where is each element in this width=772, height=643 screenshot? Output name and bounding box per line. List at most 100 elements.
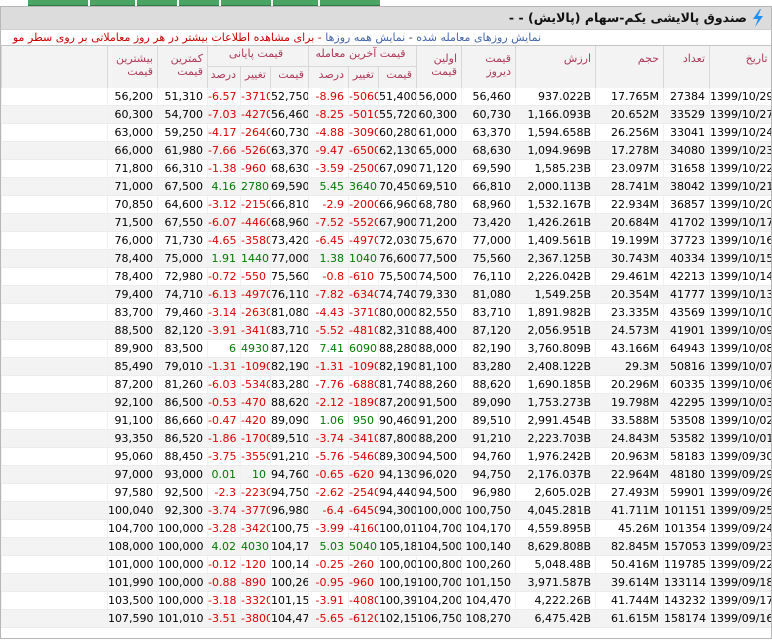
cell-close-percent: -3.75 [207, 447, 241, 466]
cell-close-price: 89,510 [270, 429, 309, 448]
header-min-price[interactable]: کمترین قیمت [157, 46, 208, 88]
separator: - [408, 31, 413, 44]
history-table-container[interactable]: بیشترین قیمت کمترین قیمت قیمت پایانی قیمت … [0, 45, 772, 639]
table-row[interactable]: 101,990100,000-0.88-890100,260-0.95-9601… [1, 573, 771, 592]
cell-last-percent: -6.45 [308, 231, 349, 250]
table-row[interactable]: 97,000 93,000 0.01 10 94,760 -0.65 -620 94,130 9… [1, 465, 771, 484]
cell-date: 1399/09/25 [709, 501, 771, 520]
cell-date: 1399/09/23 [709, 537, 771, 556]
header-last-price[interactable]: قیمت [377, 66, 417, 88]
table-row[interactable]: 85,490 79,010 -1.31 -1090 82,190 -1.31 -1090 82… [1, 357, 771, 376]
cell-last-percent: -5.76 [308, 447, 349, 466]
header-count[interactable]: تعداد [663, 46, 710, 88]
cell-date: 1399/10/06 [709, 375, 771, 394]
table-row[interactable]: 56,200 51,310 -6.57 -3710 52,750 -8.96 -5060 51… [1, 88, 771, 106]
table-row[interactable]: 95,060 88,450 -3.75 -3550 91,210 -5.76 -5460 89… [1, 447, 771, 466]
cell-last-price: 87,200 [377, 393, 417, 412]
cell-close-price: 100,260 [270, 573, 309, 592]
table-row[interactable]: 79,400 74,710 -6.13 -4970 76,110 -7.82 -6340 74… [1, 285, 771, 304]
link-trading-days[interactable]: نمایش روزهای معامله شده [416, 31, 541, 44]
cell-volume: 22.964M [595, 465, 664, 484]
table-row[interactable]: 71,800 66,310 -1.38 -960 68,630 -3.59 -2500 67,… [1, 159, 771, 178]
cell-volume: 24.843M [595, 429, 664, 448]
cell-value: 2,991.454B [515, 411, 596, 430]
table-row[interactable]: 71,000 67,500 4.16 2780 69,590 5.45 3640 70,450… [1, 177, 771, 196]
cell-close-percent: -0.12 [207, 555, 241, 574]
cell-last-price: 90,460 [377, 411, 417, 430]
cell-prev-price: 77,000 [461, 231, 516, 250]
table-row[interactable]: 66,000 61,980 -7.66 -5260 63,370 -9.47 -6500 62… [1, 141, 771, 160]
cell-last-percent: -0.8 [308, 267, 349, 286]
header-last-percent[interactable]: درصد [308, 66, 349, 88]
table-row[interactable]: 89,900 83,500 6 4930 87,120 7.41 6090 88,280 88,… [1, 339, 771, 358]
header-first-price[interactable]: اولین قیمت [416, 46, 462, 88]
cell-date: 1399/09/24 [709, 519, 771, 538]
cell-first-price: 75,670 [416, 231, 462, 250]
cell-count: 41901 [663, 321, 710, 340]
table-row[interactable]: 83,700 79,460 -3.14 -2630 81,080 -4.43 -3710 80… [1, 303, 771, 322]
cell-volume: 33.588M [595, 411, 664, 430]
table-row[interactable]: 76,000 71,730 -4.65 -3580 73,420 -6.45 -4970 72… [1, 231, 771, 250]
cell-empty [1, 555, 108, 574]
cell-prev-price: 83,710 [461, 303, 516, 322]
table-row[interactable]: 103,500100,000-3.18-3320101,150-3.91-408… [1, 591, 771, 610]
cell-prev-price: 66,810 [461, 177, 516, 196]
header-close-percent[interactable]: درصد [207, 66, 241, 88]
table-row[interactable]: 87,200 81,260 -6.03 -5340 83,280 -7.76 -6880 81… [1, 375, 771, 394]
cell-close-percent: 4.02 [207, 537, 241, 556]
cell-close-change: 4030 [240, 537, 271, 556]
cell-value: 4,222.26B [515, 591, 596, 610]
cell-first-price: 96,020 [416, 465, 462, 484]
header-volume[interactable]: حجم [595, 46, 664, 88]
header-value[interactable]: ارزش [515, 46, 596, 88]
cell-close-change: -550 [240, 267, 271, 286]
table-row[interactable]: 104,700100,000-3.28-3420100,750-3.99-416… [1, 519, 771, 538]
cell-value: 4,559.895B [515, 519, 596, 538]
cell-value: 6,475.42B [515, 609, 596, 628]
table-row[interactable]: 108,000100,0004.024030104,1705.035040105… [1, 537, 771, 556]
cell-first-price: 100,700 [416, 573, 462, 592]
link-all-days[interactable]: نمایش همه روزها [325, 31, 405, 44]
table-row[interactable]: 107,590101,010-3.51-3800104,470-5.65-612… [1, 609, 771, 628]
cell-value: 2,226.042B [515, 267, 596, 286]
cell-prev-price: 76,110 [461, 267, 516, 286]
header-date[interactable]: تاریخ [709, 46, 771, 88]
header-prev-price[interactable]: قیمت دیروز [461, 46, 516, 88]
cell-first-price: 60,300 [416, 105, 462, 124]
cell-close-change: -2230 [240, 483, 271, 502]
cell-min-price: 59,250 [157, 123, 208, 142]
cell-count: 36857 [663, 195, 710, 214]
table-row[interactable]: 101,000100,000-0.12-120100,140-0.25-2601… [1, 555, 771, 574]
header-max-price[interactable]: بیشترین قیمت [107, 46, 158, 88]
cell-volume: 41.744M [595, 591, 664, 610]
cell-max-price: 70,850 [107, 195, 158, 214]
table-row[interactable]: 97,580 92,500 -2.3 -2230 94,750 -2.62 -2540 94,… [1, 483, 771, 502]
cell-date: 1399/10/27 [709, 105, 771, 124]
cell-prev-price: 104,170 [461, 519, 516, 538]
cell-prev-price: 91,210 [461, 429, 516, 448]
cell-empty [1, 339, 108, 358]
cell-prev-price: 69,590 [461, 159, 516, 178]
table-row[interactable]: 88,500 82,120 -3.91 -3410 83,710 -5.52 -4810 82… [1, 321, 771, 340]
header-close-price[interactable]: قیمت [270, 66, 309, 88]
cell-empty [1, 609, 108, 628]
cell-last-change: -3090 [348, 123, 379, 142]
cell-value: 2,408.122B [515, 357, 596, 376]
table-row[interactable]: 92,100 86,500 -0.53 -470 88,620 -2.12 -1890 87,… [1, 393, 771, 412]
table-row[interactable]: 78,400 72,980 -0.72 -550 75,560 -0.8 -610 75,50… [1, 267, 771, 286]
cell-close-percent: -6.07 [207, 213, 241, 232]
cell-date: 1399/09/29 [709, 465, 771, 484]
header-close-change[interactable]: تغییر [240, 66, 271, 88]
table-row[interactable]: 93,350 86,520 -1.86 -1700 89,510 -3.74 -3410 87… [1, 429, 771, 448]
cell-close-change: -120 [240, 555, 271, 574]
table-row[interactable]: 60,300 54,700 -7.03 -4270 56,460 -8.25 -5010 55… [1, 105, 771, 124]
table-row[interactable]: 100,040 92,300 -3.74 -3770 96,980 -6.4 -6450 94… [1, 501, 771, 520]
header-last-change[interactable]: تغییر [348, 66, 379, 88]
table-row[interactable]: 71,500 67,550 -6.07 -4460 68,960 -7.52 -5520 67… [1, 213, 771, 232]
table-row[interactable]: 70,850 64,600 -3.12 -2150 66,810 -2.9 -2000 66,… [1, 195, 771, 214]
table-row[interactable]: 63,000 59,250 -4.17 -2640 60,730 -4.88 -3090 60… [1, 123, 771, 142]
table-row[interactable]: 91,100 86,660 -0.47 -420 89,090 1.06 950 90,460… [1, 411, 771, 430]
table-row[interactable]: 78,400 75,000 1.91 1440 77,000 1.38 1040 76,600… [1, 249, 771, 268]
cell-close-price: 52,750 [270, 88, 309, 106]
cell-date: 1399/10/13 [709, 285, 771, 304]
